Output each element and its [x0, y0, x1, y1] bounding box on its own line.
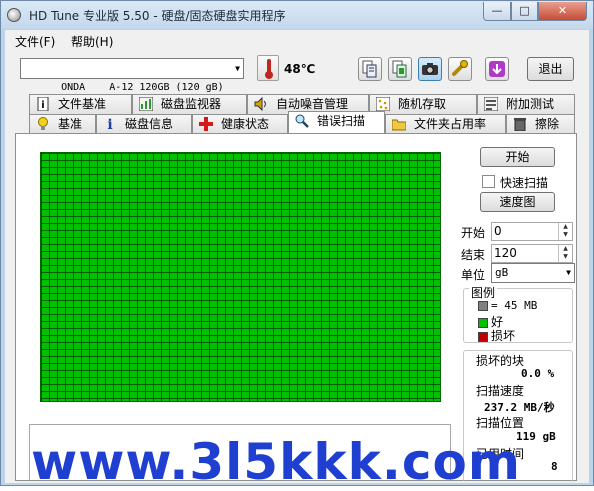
close-button[interactable]: ✕	[538, 2, 587, 21]
block-swatch	[478, 301, 488, 311]
lightbulb-icon	[38, 117, 48, 130]
info-icon: i	[37, 97, 49, 111]
tab-erase[interactable]: 擦除	[506, 114, 575, 134]
window-title: HD Tune 专业版 5.50 - 硬盘/固态硬盘实用程序	[29, 9, 286, 23]
tab-disk-info[interactable]: i 磁盘信息	[96, 114, 192, 134]
scan-block-map	[40, 152, 441, 402]
end-position-label: 结束	[461, 248, 486, 262]
wrench-icon[interactable]	[448, 57, 472, 81]
good-swatch	[478, 317, 488, 328]
tab-folder-usage[interactable]: 文件夹占用率	[385, 114, 506, 134]
temperature-value: 48℃	[284, 62, 316, 76]
tab-extra-tests[interactable]: 附加测试	[477, 94, 575, 114]
app-icon	[7, 8, 21, 22]
tab-benchmark[interactable]: 基准	[29, 114, 96, 134]
scan-speed-label: 扫描速度	[476, 384, 525, 398]
title-bar[interactable]: HD Tune 专业版 5.50 - 硬盘/固态硬盘实用程序 — □ ✕	[1, 1, 593, 29]
trash-icon	[514, 118, 526, 131]
extra-tests-icon	[484, 97, 498, 111]
tab-random-access[interactable]: 随机存取	[369, 94, 477, 114]
damaged-blocks-label: 损坏的块	[476, 354, 525, 368]
start-position-label: 开始	[461, 226, 486, 240]
watermark-text: www.3l5kkk.com	[31, 433, 521, 491]
spin-buttons-icon[interactable]: ▲ ▼	[558, 245, 572, 262]
error-scan-panel: 开始 快速扫描 速度图 开始 0 ▲ ▼ 结束 120 ▲ ▼ 单位 gB ▼ 图例	[15, 133, 577, 482]
exit-button[interactable]: 退出	[527, 57, 574, 81]
legend-bad: 损坏	[478, 327, 515, 344]
menu-file[interactable]: 文件(F)	[15, 33, 55, 50]
minimize-button[interactable]: —	[483, 2, 511, 21]
info-icon: i	[107, 117, 112, 131]
quick-scan-label: 快速扫描	[500, 176, 549, 190]
red-cross-icon	[199, 117, 213, 131]
speaker-icon	[254, 97, 266, 111]
folder-icon	[392, 119, 406, 131]
menu-help[interactable]: 帮助(H)	[71, 33, 113, 50]
elapsed-time-value: 8	[551, 460, 558, 473]
camera-icon[interactable]	[418, 57, 442, 81]
speed-map-button[interactable]: 速度图	[480, 192, 555, 212]
tab-file-benchmark[interactable]: i 文件基准	[29, 94, 132, 114]
spin-buttons-icon[interactable]: ▲ ▼	[558, 223, 572, 240]
unit-label: 单位	[461, 268, 486, 282]
app-window: HD Tune 专业版 5.50 - 硬盘/固态硬盘实用程序 — □ ✕ 文件(…	[0, 0, 594, 491]
svg-text:i: i	[107, 117, 112, 131]
random-dots-icon	[376, 97, 390, 111]
scan-position-label: 扫描位置	[476, 416, 525, 430]
monitor-chart-icon	[139, 97, 153, 111]
legend-block-size: = 45 MB	[478, 299, 537, 312]
scan-speed-value: 237.2 MB/秒	[484, 401, 555, 414]
magnifier-icon	[295, 114, 309, 128]
chevron-down-icon: ▼	[235, 64, 240, 73]
scan-position-value: 119 gB	[516, 430, 556, 443]
svg-text:i: i	[41, 100, 44, 111]
tab-disk-monitor[interactable]: 磁盘监视器	[132, 94, 247, 114]
drive-select-value: ONDA A-12 120GB (120 gB)	[61, 82, 224, 93]
maximize-button[interactable]: □	[511, 2, 538, 21]
copy-text-icon[interactable]	[358, 57, 382, 81]
main-client: ONDA A-12 120GB (120 gB) ▼ 48℃ 退出 i 文件基准	[5, 51, 589, 483]
unit-select[interactable]: gB ▼	[491, 263, 575, 283]
menu-bar: 文件(F) 帮助(H)	[5, 30, 589, 51]
bad-swatch	[478, 331, 488, 342]
start-position-input[interactable]: 0 ▲ ▼	[491, 222, 573, 241]
download-icon[interactable]	[485, 57, 509, 81]
chevron-down-icon: ▼	[566, 268, 571, 277]
damaged-blocks-value: 0.0 %	[521, 367, 555, 380]
quick-scan-checkbox[interactable]	[482, 175, 495, 188]
thermometer-icon	[257, 55, 279, 81]
tab-health[interactable]: 健康状态	[192, 114, 288, 134]
end-position-input[interactable]: 120 ▲ ▼	[491, 244, 573, 263]
tab-error-scan[interactable]: 错误扫描	[288, 111, 385, 133]
drive-select[interactable]: ONDA A-12 120GB (120 gB) ▼	[20, 58, 244, 93]
start-button[interactable]: 开始	[480, 147, 555, 167]
copy-screen-icon[interactable]	[388, 57, 412, 81]
